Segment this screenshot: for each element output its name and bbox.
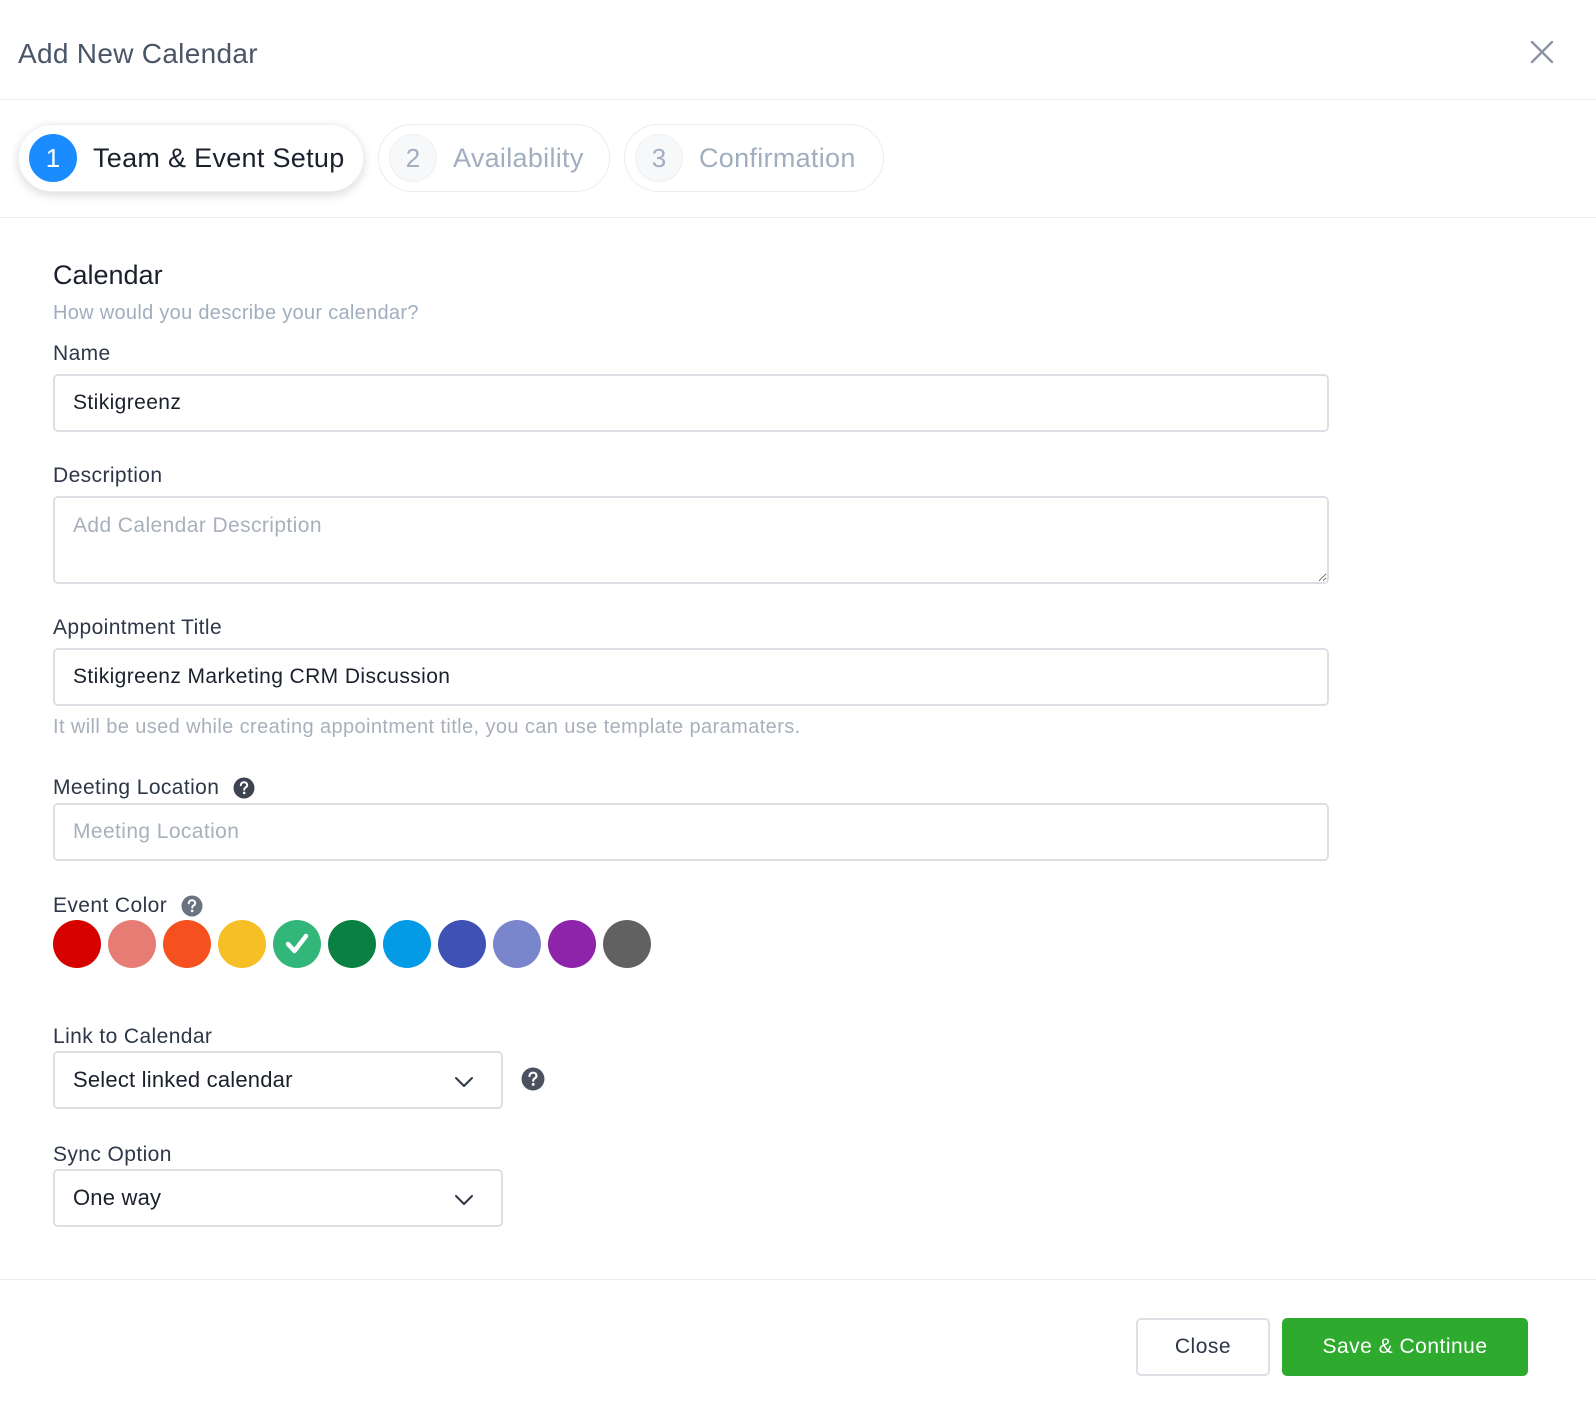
step-label: Availability <box>453 142 584 173</box>
modal-header: Add New Calendar <box>0 0 1596 100</box>
color-swatch[interactable] <box>548 920 596 968</box>
sync-option-label: Sync Option <box>53 1143 172 1166</box>
event-color-label-text: Event Color <box>53 894 168 917</box>
event-color-label: Event Color <box>53 894 203 918</box>
appointment-title-input[interactable] <box>53 648 1329 706</box>
color-swatch[interactable] <box>438 920 486 968</box>
modal-title: Add New Calendar <box>18 38 258 69</box>
step-number: 2 <box>389 134 437 182</box>
link-calendar-select-value: Select linked calendar <box>73 1067 293 1092</box>
color-swatch[interactable] <box>273 920 321 968</box>
help-icon[interactable] <box>521 1067 545 1091</box>
step-indicator: 1 Team & Event Setup 2 Availability 3 Co… <box>0 100 1596 218</box>
color-swatch[interactable] <box>163 920 211 968</box>
close-icon[interactable] <box>1526 36 1558 68</box>
step-number: 3 <box>635 134 683 182</box>
checkmark-icon <box>285 933 309 954</box>
color-swatch[interactable] <box>328 920 376 968</box>
chevron-down-icon <box>455 1195 473 1205</box>
color-swatch[interactable] <box>383 920 431 968</box>
color-swatch[interactable] <box>603 920 651 968</box>
section-subtitle: How would you describe your calendar? <box>53 302 419 324</box>
name-label: Name <box>53 342 111 365</box>
sync-option-select[interactable]: One way <box>53 1169 503 1227</box>
modal-footer: Close Save & Continue <box>0 1279 1596 1406</box>
step-confirmation[interactable]: 3 Confirmation <box>624 124 884 192</box>
link-to-calendar-label: Link to Calendar <box>53 1025 213 1048</box>
help-icon[interactable] <box>233 777 255 799</box>
section-title: Calendar <box>53 260 163 290</box>
event-color-swatches <box>53 920 658 968</box>
add-calendar-modal: Add New Calendar 1 Team & Event Setup 2 … <box>0 0 1596 1406</box>
step-label: Team & Event Setup <box>93 142 345 173</box>
step-availability[interactable]: 2 Availability <box>378 124 610 192</box>
color-swatch[interactable] <box>108 920 156 968</box>
meeting-location-label-text: Meeting Location <box>53 776 220 799</box>
step-number: 1 <box>29 134 77 182</box>
description-textarea[interactable] <box>53 496 1329 584</box>
color-swatch[interactable] <box>53 920 101 968</box>
color-swatch[interactable] <box>493 920 541 968</box>
chevron-down-icon <box>455 1077 473 1087</box>
meeting-location-label: Meeting Location <box>53 776 255 800</box>
meeting-location-input[interactable] <box>53 803 1329 861</box>
close-button[interactable]: Close <box>1136 1318 1270 1376</box>
save-continue-button[interactable]: Save & Continue <box>1282 1318 1528 1376</box>
step-label: Confirmation <box>699 142 856 173</box>
step-team-event-setup[interactable]: 1 Team & Event Setup <box>18 124 364 192</box>
appointment-title-hint: It will be used while creating appointme… <box>53 716 801 738</box>
link-calendar-select[interactable]: Select linked calendar <box>53 1051 503 1109</box>
help-icon[interactable] <box>181 895 203 917</box>
color-swatch[interactable] <box>218 920 266 968</box>
appointment-title-label: Appointment Title <box>53 616 223 639</box>
sync-option-select-value: One way <box>73 1185 162 1210</box>
name-input[interactable] <box>53 374 1329 432</box>
description-label: Description <box>53 464 163 487</box>
